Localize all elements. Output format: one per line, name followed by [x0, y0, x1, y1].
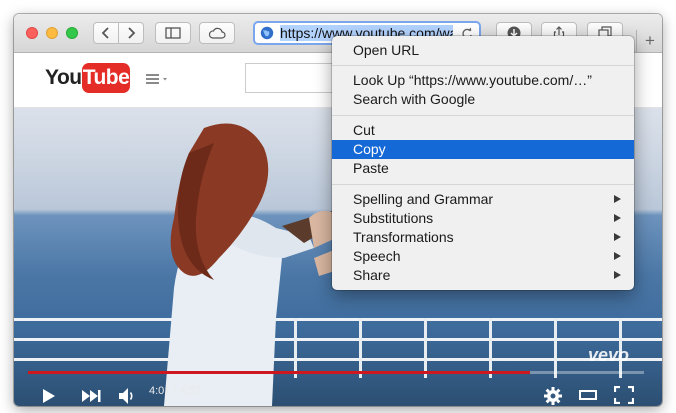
chevron-right-icon: [128, 27, 136, 39]
icloud-tabs-button[interactable]: [199, 22, 235, 44]
progress-bar[interactable]: [28, 371, 644, 374]
forward-button[interactable]: [118, 22, 144, 44]
submenu-arrow-icon: [614, 252, 621, 260]
volume-icon[interactable]: [118, 387, 136, 405]
menu-item-label: Share: [353, 267, 391, 283]
time-display: 4:01 / 4:57: [149, 385, 201, 397]
menu-item-look-up[interactable]: Look Up “https://www.youtube.com/…”: [332, 71, 634, 90]
back-button[interactable]: [93, 22, 119, 44]
youtube-logo-tube[interactable]: Tube: [82, 63, 130, 93]
youtube-logo-you[interactable]: You: [45, 66, 82, 90]
menu-item-speech[interactable]: Speech: [332, 247, 634, 266]
vevo-watermark: vevo: [588, 345, 630, 365]
menu-item-share[interactable]: Share: [332, 266, 634, 285]
menu-item-search-google[interactable]: Search with Google: [332, 90, 634, 109]
next-icon[interactable]: [81, 389, 101, 403]
menu-item-transformations[interactable]: Transformations: [332, 228, 634, 247]
menu-item-substitutions[interactable]: Substitutions: [332, 209, 634, 228]
new-tab-button[interactable]: +: [636, 30, 662, 52]
menu-item-label: Speech: [353, 248, 401, 264]
menu-separator: [332, 184, 634, 185]
menu-item-copy[interactable]: Copy: [332, 140, 634, 159]
submenu-arrow-icon: [614, 195, 621, 203]
settings-gear-icon[interactable]: [543, 386, 563, 406]
progress-played: [28, 371, 531, 374]
play-icon[interactable]: [42, 388, 56, 404]
menu-item-label: Transformations: [353, 229, 454, 245]
menu-item-paste[interactable]: Paste: [332, 159, 634, 178]
context-menu: Open URL Look Up “https://www.youtube.co…: [332, 36, 634, 290]
submenu-arrow-icon: [614, 214, 621, 222]
submenu-arrow-icon: [614, 271, 621, 279]
menu-item-label: Substitutions: [353, 210, 434, 226]
close-window-button[interactable]: [26, 27, 38, 39]
sidebar-button[interactable]: [155, 22, 191, 44]
theater-mode-icon[interactable]: [579, 389, 597, 401]
chevron-left-icon: [101, 27, 109, 39]
menu-item-label: Spelling and Grammar: [353, 191, 494, 207]
sidebar-icon: [165, 27, 181, 39]
menu-separator: [332, 65, 634, 66]
fullscreen-icon[interactable]: [614, 386, 634, 404]
menu-item-spelling-grammar[interactable]: Spelling and Grammar: [332, 190, 634, 209]
menu-item-open-url[interactable]: Open URL: [332, 41, 634, 60]
cloud-icon: [208, 27, 226, 39]
zoom-window-button[interactable]: [66, 27, 78, 39]
menu-separator: [332, 115, 634, 116]
globe-icon: [260, 26, 274, 40]
submenu-arrow-icon: [614, 233, 621, 241]
menu-item-cut[interactable]: Cut: [332, 121, 634, 140]
minimize-window-button[interactable]: [46, 27, 58, 39]
guide-menu-icon[interactable]: [146, 73, 172, 85]
